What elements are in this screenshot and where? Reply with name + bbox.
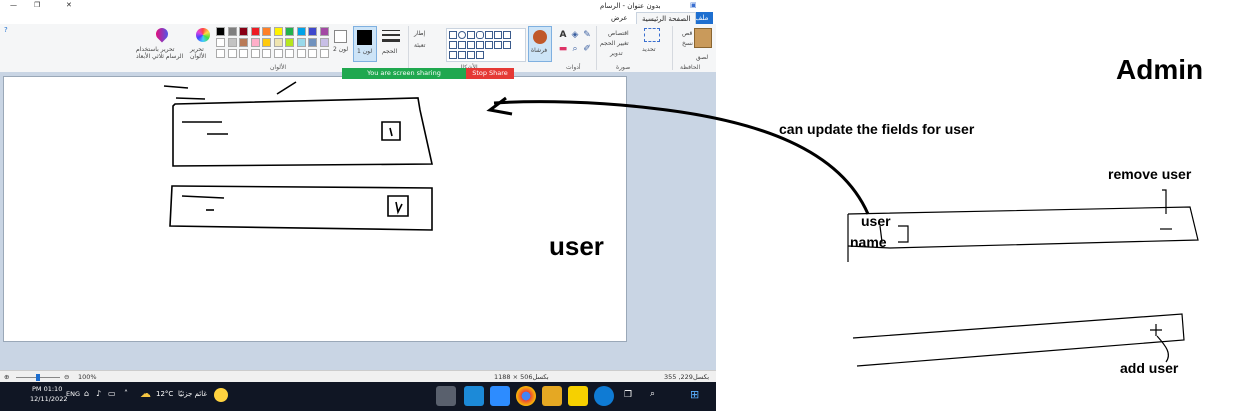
add-pointer bbox=[1156, 335, 1169, 363]
sketch-stroke bbox=[276, 81, 297, 95]
canvas-sketch bbox=[163, 81, 433, 231]
remove-pointer bbox=[1162, 189, 1167, 214]
mockup-row-2-button-mark bbox=[395, 201, 403, 215]
remove-user-label: remove user bbox=[1108, 166, 1192, 182]
mockup-row-1-button-mark bbox=[389, 127, 393, 137]
admin-add-row bbox=[852, 313, 1185, 367]
update-arrow-head bbox=[486, 96, 513, 116]
add-user-label: add user bbox=[1120, 360, 1179, 376]
sketch-stroke bbox=[175, 97, 206, 100]
add-user-icon bbox=[1150, 324, 1162, 336]
field-name-label: name bbox=[850, 234, 887, 250]
mockup-row-1 bbox=[172, 97, 433, 167]
admin-user-row bbox=[847, 189, 1199, 262]
mockup-row-2 bbox=[169, 185, 433, 231]
admin-add-row-outline bbox=[852, 313, 1185, 367]
admin-field-marker bbox=[898, 225, 909, 243]
update-arrow bbox=[493, 100, 870, 215]
admin-title: Admin bbox=[1116, 54, 1204, 85]
mockup-row-2-line bbox=[181, 195, 225, 199]
update-note: can update the fields for user bbox=[779, 121, 975, 137]
sketch-stroke bbox=[163, 85, 189, 89]
field-user-label: user bbox=[861, 213, 891, 229]
sketch-layer bbox=[163, 81, 1199, 367]
